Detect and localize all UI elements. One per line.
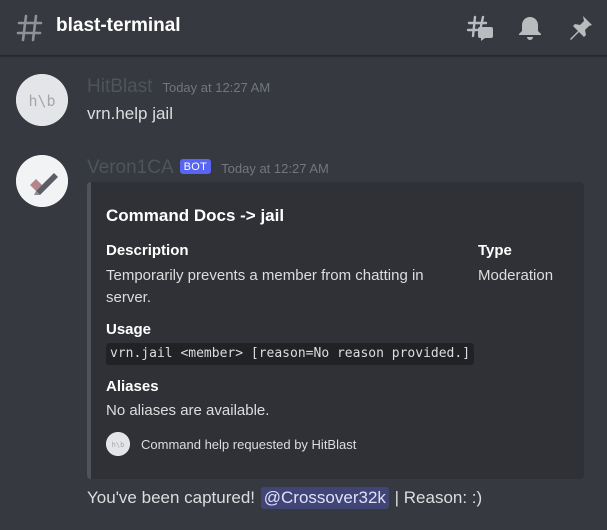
embed-footer: Command help requested by HitBlast <box>141 437 357 452</box>
field-type-value: Moderation <box>478 267 554 284</box>
avatar[interactable]: h\b <box>16 74 68 126</box>
message-header: Veron1CA BOT Today at 12:27 AM <box>87 157 329 179</box>
username[interactable]: HitBlast <box>87 76 152 98</box>
field-description-value: Temporarily prevents a member from chatt… <box>106 267 424 306</box>
field-aliases-value: No aliases are available. <box>106 402 270 419</box>
username[interactable]: Veron1CA <box>87 157 174 179</box>
threads-icon[interactable] <box>466 14 494 42</box>
timestamp: Today at 12:27 AM <box>162 80 271 95</box>
bot-badge: BOT <box>179 159 212 174</box>
channel-header: blast-terminal <box>0 0 607 56</box>
user-mention[interactable]: @Crossover32k <box>260 487 389 509</box>
avatar-text: h\b <box>28 92 55 110</box>
field-type-name: Type <box>478 242 512 259</box>
message-header: HitBlast Today at 12:27 AM <box>87 76 270 98</box>
footer-avatar: h\b <box>106 432 130 456</box>
embed: Command Docs -> jail Description Tempora… <box>87 182 584 479</box>
bell-icon[interactable] <box>516 14 544 42</box>
timestamp: Today at 12:27 AM <box>221 161 329 176</box>
message-content: You've been captured! @Crossover32k | Re… <box>87 487 482 509</box>
field-usage-code: vrn.jail <member> [reason=No reason prov… <box>106 343 475 365</box>
embed-title: Command Docs -> jail <box>106 206 285 225</box>
channel-name: blast-terminal <box>56 15 181 36</box>
message-text: You've been captured! <box>87 488 260 507</box>
pin-icon[interactable] <box>566 14 594 42</box>
footer-avatar-text: h\b <box>112 441 125 449</box>
hash-icon <box>16 12 44 44</box>
avatar[interactable] <box>16 155 68 207</box>
message-text: | Reason: :) <box>389 488 483 507</box>
field-usage-name: Usage <box>106 321 152 338</box>
field-aliases-name: Aliases <box>106 378 159 395</box>
field-description-name: Description <box>106 242 189 259</box>
message-content: vrn.help jail <box>87 104 173 123</box>
